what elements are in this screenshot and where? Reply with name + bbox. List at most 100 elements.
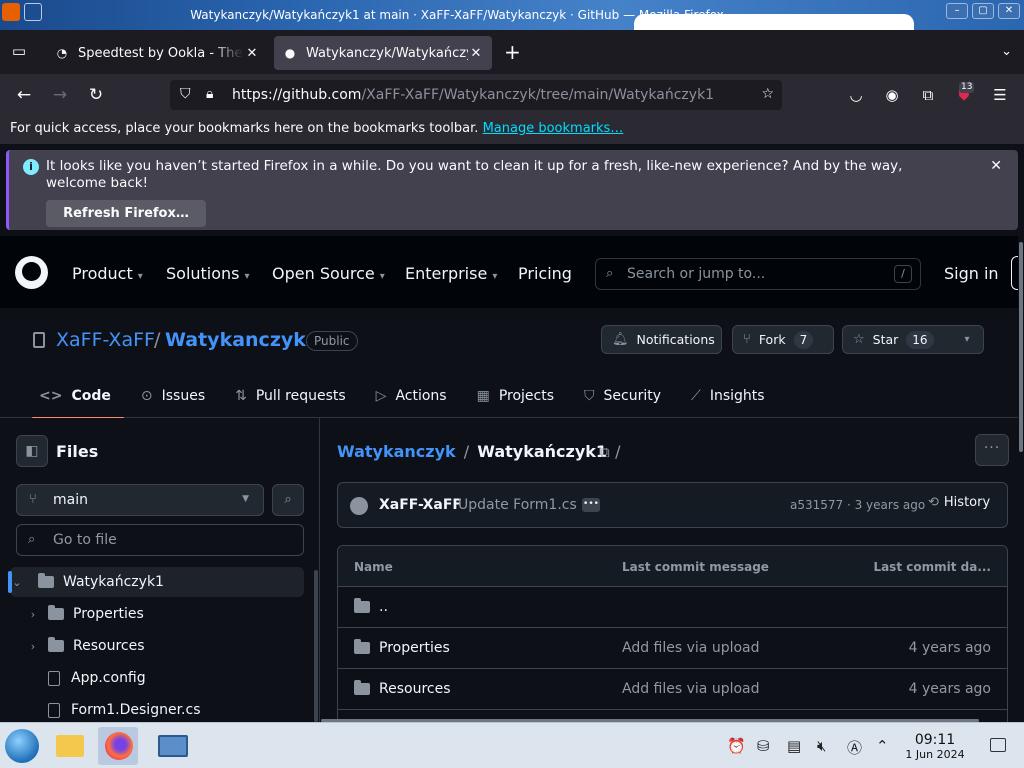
commit-message-link[interactable]: Add files via upload: [622, 640, 760, 656]
table-row[interactable]: Properties Add files via upload 4 years …: [338, 628, 1007, 669]
scrollbar-thumb[interactable]: [1019, 242, 1023, 452]
alarm-icon[interactable]: ⏰: [727, 737, 746, 755]
firefox-view-button[interactable]: ▭: [8, 42, 30, 64]
system-settings-icon[interactable]: [152, 727, 192, 765]
bookmarks-hint: For quick access, place your bookmarks h…: [10, 121, 479, 136]
list-all-tabs-icon[interactable]: ⌄: [1001, 44, 1012, 59]
tree-item-watykanczyk1[interactable]: ⌄ Watykańczyk1: [8, 567, 304, 597]
nav-open-source[interactable]: Open Source ▾: [272, 264, 385, 283]
repo-name-link[interactable]: Watykanczyk: [165, 329, 306, 351]
tab-code[interactable]: <> Code: [24, 384, 126, 419]
show-desktop-icon[interactable]: [990, 738, 1006, 752]
search-icon[interactable]: ⌕: [272, 484, 304, 516]
breadcrumb-current: Watykańczyk1: [477, 442, 608, 461]
tab-speedtest[interactable]: ◔ Speedtest by Ookla - The Global Broadb…: [46, 36, 268, 70]
nav-product[interactable]: Product ▾: [72, 264, 143, 283]
branch-selector[interactable]: ⑂ main ▼: [16, 484, 264, 516]
file-name-link[interactable]: Properties: [379, 640, 450, 656]
history-button[interactable]: ⟲ History: [928, 495, 990, 510]
more-options-button[interactable]: ···: [975, 434, 1009, 466]
lock-icon[interactable]: 🔒︎: [206, 86, 213, 102]
copy-path-icon[interactable]: ⧉: [599, 443, 610, 461]
notification-close-icon[interactable]: ✕: [990, 158, 1002, 174]
page-scrollbar[interactable]: [1018, 236, 1024, 722]
tab-security[interactable]: ⛉ Security: [569, 384, 676, 408]
new-tab-button[interactable]: +: [504, 42, 521, 62]
back-button[interactable]: ←: [12, 84, 36, 106]
fork-button[interactable]: ⑂ Fork 7: [732, 325, 834, 354]
tree-item-form1-designer[interactable]: Form1.Designer.cs: [10, 695, 304, 722]
bookmark-star-icon[interactable]: ☆: [761, 86, 774, 102]
tree-item-properties[interactable]: › Properties: [10, 599, 304, 629]
network-icon[interactable]: ⛁: [757, 737, 770, 755]
repo-header: XaFF-XaFF / Watykanczyk Public 🔔︎ Notifi…: [0, 308, 1018, 419]
table-row[interactable]: Resources Add files via upload 4 years a…: [338, 669, 1007, 710]
tab-close-icon[interactable]: ✕: [244, 46, 260, 61]
tab-github[interactable]: ● Watykanczyk/Watykańczyk1 at main ✕: [274, 36, 492, 70]
nav-solutions[interactable]: Solutions ▾: [166, 264, 250, 283]
url-bar[interactable]: ⛉ 🔒︎ https://github.com/XaFF-XaFF/Watyka…: [170, 80, 782, 110]
expand-commit-icon[interactable]: •••: [582, 498, 600, 512]
system-clock[interactable]: 09:11 1 Jun 2024: [902, 732, 968, 761]
breadcrumb-repo-link[interactable]: Watykanczyk: [337, 442, 456, 461]
code-icon: <>: [39, 388, 63, 404]
manage-bookmarks-link[interactable]: Manage bookmarks…: [483, 121, 624, 136]
app-menu-icon[interactable]: ☰: [989, 84, 1011, 106]
forward-button[interactable]: →: [48, 84, 72, 106]
close-window-button[interactable]: ✕: [998, 3, 1020, 19]
repo-owner-link[interactable]: XaFF-XaFF: [56, 329, 155, 351]
github-logo-icon[interactable]: [15, 256, 48, 289]
maximize-button[interactable]: ▢: [972, 3, 994, 19]
tab-bar: ▭ ◔ Speedtest by Ookla - The Global Broa…: [0, 30, 1024, 74]
parent-dir-link[interactable]: ..: [379, 599, 388, 615]
speedtest-icon: ◔: [56, 46, 68, 60]
clipboard-icon[interactable]: ▤: [787, 737, 801, 755]
file-name-link[interactable]: Resources: [379, 681, 451, 697]
refresh-firefox-button[interactable]: Refresh Firefox…: [46, 200, 206, 227]
sidebar-collapse-icon[interactable]: ◧: [16, 435, 48, 467]
nav-pricing[interactable]: Pricing: [518, 264, 572, 283]
tab-projects[interactable]: ▦ Projects: [462, 384, 569, 408]
commit-date: 4 years ago: [908, 640, 991, 656]
nav-enterprise[interactable]: Enterprise ▾: [405, 264, 497, 283]
taskbar: ⏰ ⛁ ▤ 🔇︎ Ⓐ ⌃ 09:11 1 Jun 2024: [0, 722, 1024, 768]
tree-item-label: App.config: [71, 670, 146, 686]
tab-insights[interactable]: ⟋ Insights: [676, 384, 780, 408]
volume-muted-icon[interactable]: 🔇︎: [817, 737, 826, 755]
file-manager-icon[interactable]: [50, 727, 90, 765]
chevron-right-icon[interactable]: ›: [26, 608, 40, 621]
chevron-down-icon[interactable]: ⌄: [10, 576, 24, 589]
sidebar-scrollbar[interactable]: [314, 570, 318, 722]
minimize-button[interactable]: –: [946, 3, 968, 19]
go-to-file-input[interactable]: ⌕ Go to file: [16, 524, 304, 556]
notifications-button[interactable]: 🔔︎ Notifications: [601, 325, 722, 354]
commit-author-link[interactable]: XaFF-XaFF: [379, 497, 462, 513]
firefox-taskbar-icon[interactable]: [98, 727, 138, 765]
avatar[interactable]: [350, 497, 368, 515]
search-shortcut-key: /: [894, 265, 912, 283]
start-menu-button[interactable]: [5, 729, 39, 763]
tree-item-app-config[interactable]: App.config: [10, 663, 304, 693]
tracking-protection-icon[interactable]: ⛉: [180, 86, 191, 102]
commit-hash-age[interactable]: a531577 · 3 years ago: [790, 498, 925, 512]
extensions-icon[interactable]: ⧉: [917, 84, 939, 106]
tray-expand-icon[interactable]: ⌃: [876, 737, 889, 755]
reload-button[interactable]: ↻: [84, 84, 108, 106]
tab-close-icon[interactable]: ✕: [468, 46, 484, 61]
keyboard-layout-icon[interactable]: Ⓐ: [847, 737, 862, 758]
play-icon: ▷: [375, 388, 387, 404]
table-row[interactable]: ..: [338, 587, 1007, 628]
commit-message-link[interactable]: Add files via upload: [622, 681, 760, 697]
commit-message-link[interactable]: Update Form1.cs: [458, 497, 577, 513]
tab-pull-requests[interactable]: ⇅ Pull requests: [220, 384, 361, 408]
github-search-input[interactable]: ⌕ Search or jump to... /: [595, 258, 921, 290]
chevron-right-icon[interactable]: ›: [26, 640, 40, 653]
tree-item-resources[interactable]: › Resources: [10, 631, 304, 661]
sign-in-link[interactable]: Sign in: [944, 264, 999, 283]
go-to-file-placeholder: Go to file: [53, 532, 117, 548]
tab-issues[interactable]: ⊙ Issues: [126, 384, 220, 408]
account-icon[interactable]: ◉: [881, 84, 903, 106]
star-dropdown-icon[interactable]: ▾: [950, 325, 984, 354]
tab-actions[interactable]: ▷ Actions: [361, 384, 462, 408]
pocket-icon[interactable]: ◡: [845, 84, 867, 106]
